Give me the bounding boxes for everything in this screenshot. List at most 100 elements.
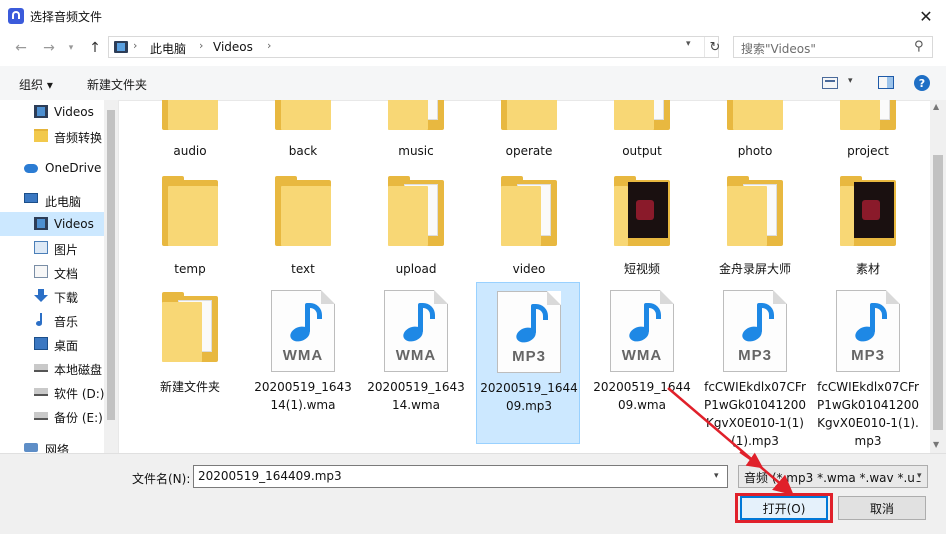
computer-icon xyxy=(24,193,38,203)
audio-file-icon: MP3 xyxy=(497,291,561,373)
sidebar-item-pictures[interactable]: 图片 xyxy=(0,236,104,260)
file-name: output xyxy=(622,144,662,158)
breadcrumb-this-pc[interactable]: 此电脑 xyxy=(150,40,186,57)
file-item-audio-selected[interactable]: MP3 20200519_164409.mp3 xyxy=(476,282,580,444)
sidebar-item-label: 音频转换 xyxy=(54,131,103,145)
folder-icon xyxy=(388,100,444,130)
folder-icon xyxy=(162,100,218,130)
search-icon[interactable]: ⚲ xyxy=(914,39,924,54)
media-folder-icon xyxy=(614,176,670,246)
breadcrumb-separator: › xyxy=(199,39,204,52)
file-item-folder[interactable]: 短视频 xyxy=(590,172,694,282)
sidebar-item-onedrive[interactable]: OneDrive xyxy=(0,156,104,180)
sidebar-item-documents[interactable]: 文档 xyxy=(0,260,104,284)
file-item-audio[interactable]: WMA 20200519_164314(1).wma xyxy=(251,286,355,446)
address-bar[interactable]: › 此电脑 › Videos › ▾ ↻ xyxy=(108,36,720,58)
sidebar-item-label: 软件 (D:) xyxy=(54,387,104,401)
file-name: back xyxy=(288,144,318,158)
chevron-down-icon[interactable]: ▾ xyxy=(914,471,922,481)
sidebar-item-label: 音乐 xyxy=(54,315,79,329)
scroll-down-icon[interactable]: ▼ xyxy=(933,440,939,449)
file-name: 素材 xyxy=(855,262,880,276)
file-item-folder[interactable]: output xyxy=(590,100,694,166)
organize-button[interactable]: 组织 ▾ xyxy=(19,76,53,93)
cloud-icon xyxy=(24,164,38,173)
file-item-folder[interactable]: back xyxy=(251,100,355,166)
breadcrumb-videos[interactable]: Videos xyxy=(213,40,253,54)
preview-pane-icon[interactable] xyxy=(878,76,894,89)
file-item-folder[interactable]: 新建文件夹 xyxy=(138,286,242,446)
file-item-folder[interactable]: audio xyxy=(138,100,242,166)
file-list: audio back music operate output photo pr… xyxy=(119,100,930,453)
sidebar-item-music[interactable]: 音乐 xyxy=(0,308,104,332)
file-name: music xyxy=(398,144,434,158)
sidebar-item-local-disk[interactable]: 本地磁盘 xyxy=(0,356,104,380)
sidebar-item-audio-convert[interactable]: 音频转换 xyxy=(0,124,104,148)
sidebar-item-downloads[interactable]: 下载 xyxy=(0,284,104,308)
music-icon xyxy=(34,313,48,326)
folder-icon xyxy=(162,176,218,246)
file-item-folder[interactable]: 金舟录屏大师 xyxy=(703,172,807,282)
chevron-down-icon[interactable]: ▾ xyxy=(64,37,78,59)
file-item-folder[interactable]: operate xyxy=(477,100,581,166)
sidebar-item-desktop[interactable]: 桌面 xyxy=(0,332,104,356)
sidebar-item-drive-d[interactable]: 软件 (D:) xyxy=(0,380,104,404)
sidebar-item-videos[interactable]: Videos xyxy=(0,212,104,236)
folder-icon xyxy=(614,100,670,130)
file-item-audio[interactable]: MP3 fcCWIEkdlx07CFrP1wGk01041200KgvX0E01… xyxy=(816,286,920,448)
audio-file-icon: WMA xyxy=(384,290,448,372)
pictures-icon xyxy=(34,241,48,254)
file-extension-badge: MP3 xyxy=(738,347,772,364)
filename-field[interactable]: 20200519_164409.mp3 ▾ xyxy=(193,465,728,488)
file-item-folder[interactable]: upload xyxy=(364,172,468,282)
close-button[interactable]: ✕ xyxy=(906,0,946,32)
sidebar-item-videos-quick[interactable]: Videos xyxy=(0,100,104,124)
file-list-scrollbar-thumb[interactable] xyxy=(933,155,943,430)
file-item-folder[interactable]: temp xyxy=(138,172,242,282)
file-item-audio[interactable]: WMA 20200519_164409.wma xyxy=(590,286,694,446)
view-options-icon[interactable] xyxy=(822,77,838,89)
file-name: fcCWIEkdlx07CFrP1wGk01041200KgvX0E010-1(… xyxy=(703,380,806,448)
file-item-folder[interactable]: 素材 xyxy=(816,172,920,282)
help-icon[interactable]: ? xyxy=(914,75,930,91)
sidebar-item-network[interactable]: 网络 xyxy=(0,436,104,453)
download-icon xyxy=(34,289,48,302)
file-name: 新建文件夹 xyxy=(159,380,220,394)
file-extension-badge: WMA xyxy=(282,347,324,364)
annotation-highlight-box xyxy=(735,493,833,523)
sidebar-item-label: 网络 xyxy=(45,443,70,453)
folder-icon xyxy=(727,100,783,130)
search-input[interactable]: 搜索"Videos" ⚲ xyxy=(733,36,933,58)
cancel-button[interactable]: 取消 xyxy=(838,496,926,520)
new-folder-button[interactable]: 新建文件夹 xyxy=(87,76,147,93)
sidebar-scrollbar-thumb[interactable] xyxy=(107,110,115,420)
refresh-icon[interactable]: ↻ xyxy=(704,37,725,57)
documents-icon xyxy=(34,265,48,278)
file-item-folder[interactable]: music xyxy=(364,100,468,166)
file-item-folder[interactable]: video xyxy=(477,172,581,282)
network-icon xyxy=(24,443,38,452)
sidebar-item-label: 桌面 xyxy=(54,339,79,353)
file-item-folder[interactable]: photo xyxy=(703,100,807,166)
file-extension-badge: MP3 xyxy=(512,348,546,365)
up-arrow-icon[interactable]: ↑ xyxy=(84,37,106,59)
scroll-up-icon[interactable]: ▲ xyxy=(933,102,939,111)
file-extension-badge: WMA xyxy=(395,347,437,364)
forward-arrow-icon[interactable]: → xyxy=(38,37,60,59)
file-type-select[interactable]: 音频 (*.mp3 *.wma *.wav *.u8 ▾ xyxy=(738,465,928,488)
breadcrumb-separator: › xyxy=(267,39,272,52)
file-item-audio[interactable]: WMA 20200519_164314.wma xyxy=(364,286,468,446)
chevron-down-icon[interactable]: ▾ xyxy=(714,471,719,481)
chevron-down-icon[interactable]: ▾ xyxy=(848,76,853,86)
folder-icon xyxy=(501,176,557,246)
file-name: operate xyxy=(505,144,553,158)
file-item-folder[interactable]: text xyxy=(251,172,355,282)
back-arrow-icon[interactable]: ← xyxy=(10,37,32,59)
sidebar-item-this-pc[interactable]: 此电脑 xyxy=(0,188,104,212)
sidebar-item-drive-e[interactable]: 备份 (E:) xyxy=(0,404,104,428)
app-icon xyxy=(8,8,24,24)
folder-icon xyxy=(840,100,896,130)
file-item-folder[interactable]: project xyxy=(816,100,920,166)
file-item-audio[interactable]: MP3 fcCWIEkdlx07CFrP1wGk01041200KgvX0E01… xyxy=(703,286,807,448)
chevron-down-icon[interactable]: ▾ xyxy=(686,39,691,49)
